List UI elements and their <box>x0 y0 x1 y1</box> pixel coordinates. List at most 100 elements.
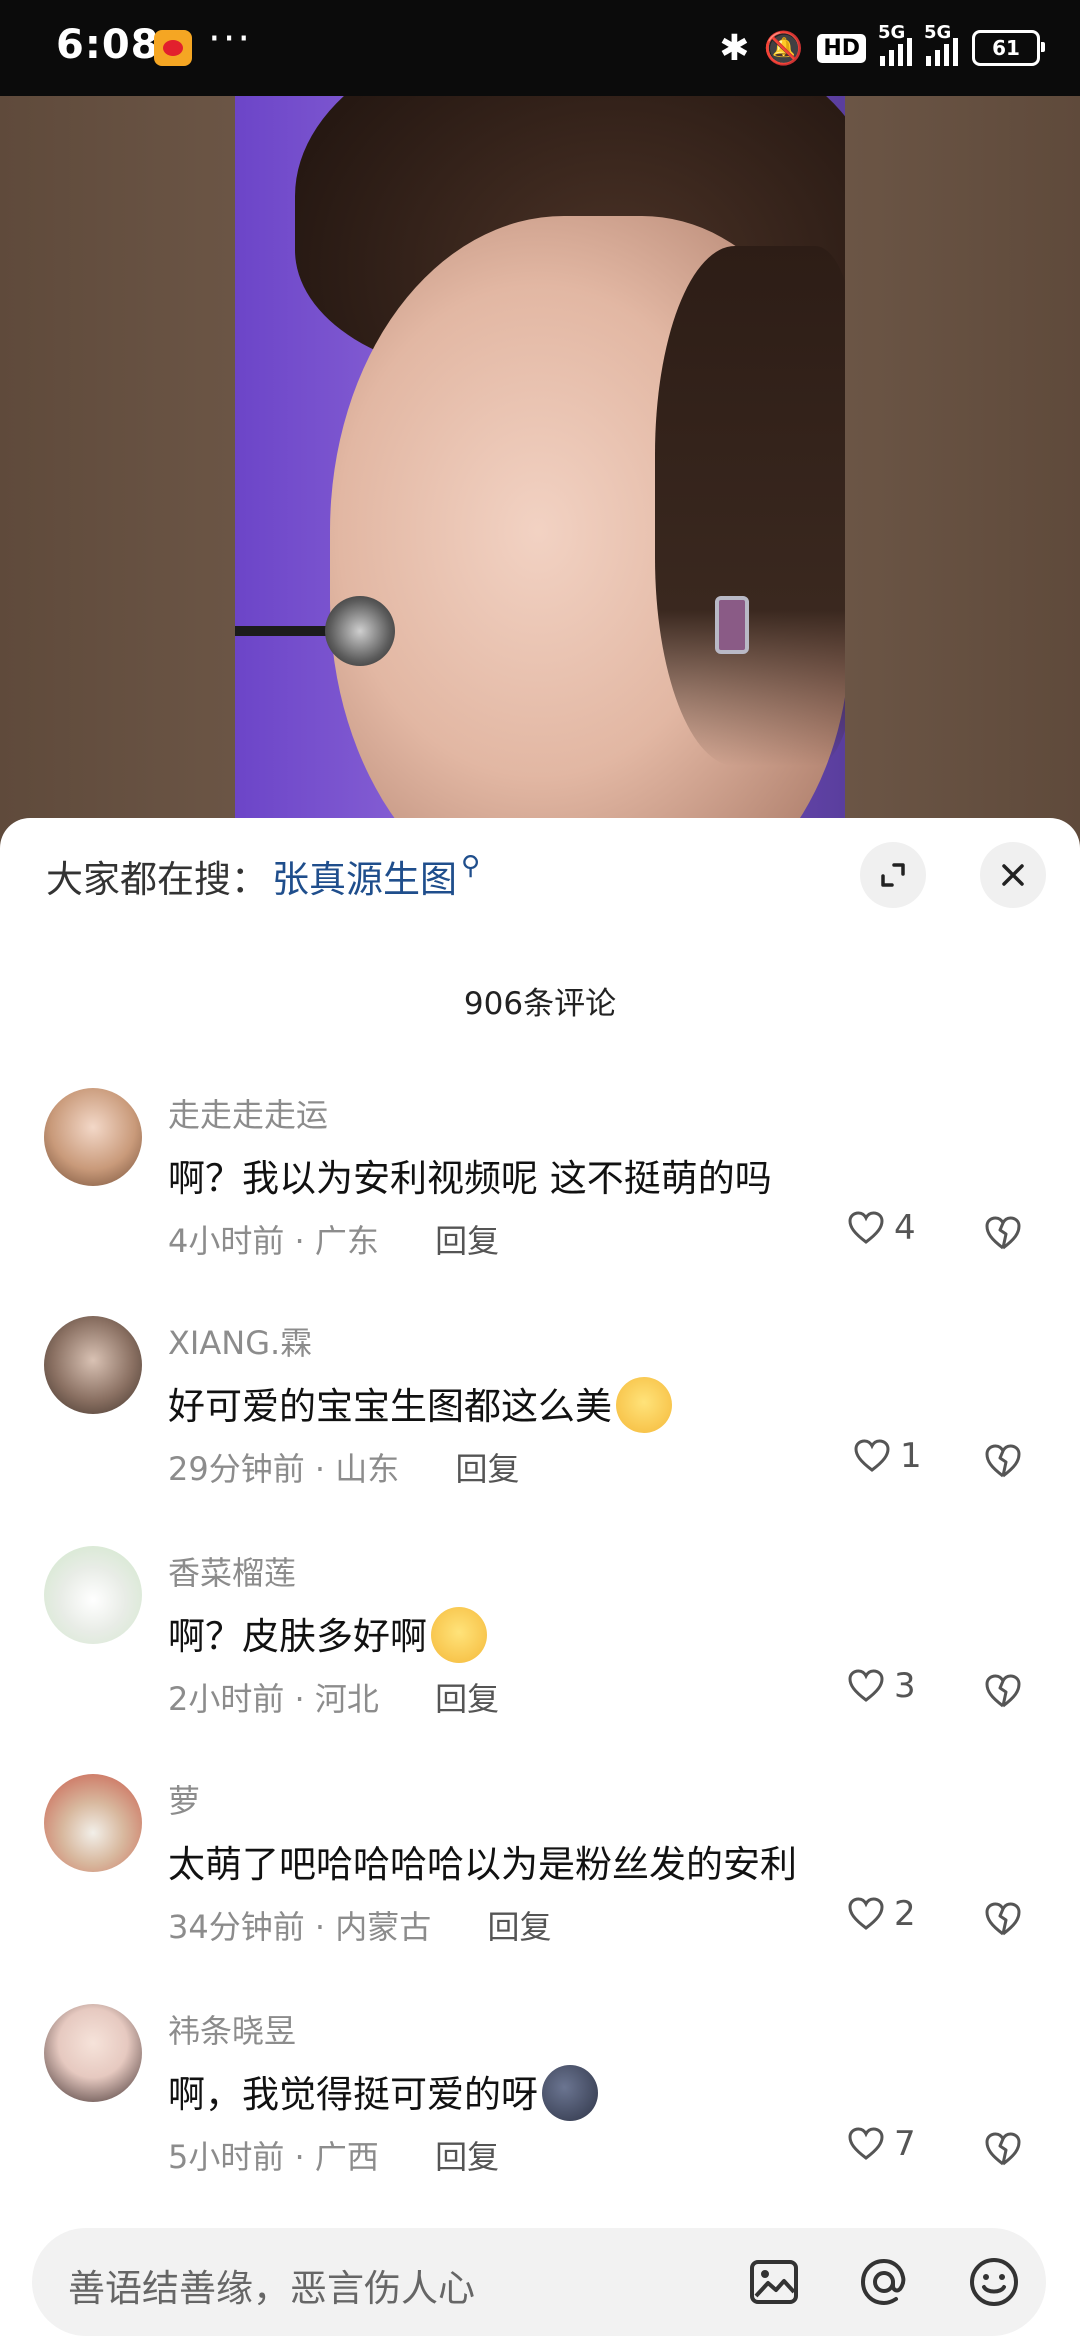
video-player[interactable] <box>0 96 1080 856</box>
comment-text: 啊？皮肤多好啊 <box>168 1606 487 1667</box>
reply-button[interactable]: 回复 <box>435 2138 499 2176</box>
comment-text: 啊，我觉得挺可爱的呀 <box>168 2064 598 2125</box>
comment-username[interactable]: 祎条晓昱 <box>168 2006 296 2052</box>
at-icon <box>860 2258 906 2306</box>
emoji-button[interactable] <box>964 2252 1024 2312</box>
hd-badge: HD <box>817 33 866 63</box>
reply-button[interactable]: 回复 <box>455 1450 519 1488</box>
meta-separator: · <box>314 1450 336 1488</box>
comment-username[interactable]: 香菜榴莲 <box>168 1548 296 1594</box>
comment-item[interactable]: 萝 太萌了吧哈哈哈哈以为是粉丝发的安利 34分钟前 · 内蒙古 回复 2 <box>0 1774 1080 1994</box>
like-button[interactable]: 3 <box>846 1666 916 1706</box>
trending-search-label: 大家都在搜： <box>46 858 268 901</box>
status-more-icon: ··· <box>208 16 253 62</box>
like-count: 1 <box>900 1436 922 1476</box>
comment-meta: 2小时前 · 河北 回复 <box>168 1674 499 1720</box>
comment-location: 山东 <box>335 1450 400 1488</box>
comment-text: 太萌了吧哈哈哈哈以为是粉丝发的安利 <box>168 1834 797 1888</box>
network-type-label: 5G <box>878 22 906 43</box>
trending-search-row[interactable]: 大家都在搜： 张真源生图 ⚲ <box>46 846 480 906</box>
comment-username[interactable]: 萝 <box>168 1776 200 1822</box>
comment-username[interactable]: XIANG.霖 <box>168 1318 312 1364</box>
broken-heart-icon[interactable] <box>982 1670 1024 1712</box>
like-count: 4 <box>894 1208 916 1248</box>
comment-meta: 4小时前 · 广东 回复 <box>168 1216 499 1262</box>
moon-emoji-icon <box>542 2064 598 2121</box>
expand-icon <box>881 863 905 887</box>
comment-time: 5小时前 <box>168 2138 285 2176</box>
video-content <box>655 246 845 766</box>
like-button[interactable]: 7 <box>846 2124 916 2164</box>
heart-icon <box>848 2127 884 2160</box>
comment-item[interactable]: 走走走走运 啊？我以为安利视频呢 这不挺萌的吗 4小时前 · 广东 回复 4 <box>0 1088 1080 1308</box>
broken-heart-icon[interactable] <box>982 1440 1024 1482</box>
dizzy-emoji-icon <box>431 1606 487 1663</box>
comment-count: 906条评论 <box>463 986 617 1022</box>
comment-input-bar[interactable]: 善语结善缘，恶言伤人心 <box>32 2228 1046 2336</box>
comment-text-content: 好可爱的宝宝生图都这么美 <box>168 1385 612 1428</box>
meta-separator: · <box>294 2138 315 2176</box>
comment-location: 内蒙古 <box>335 1908 432 1946</box>
search-icon: ⚲ <box>461 851 481 881</box>
mute-bell-icon: 🔕 <box>763 29 804 67</box>
comment-time: 2小时前 <box>168 1680 285 1718</box>
comment-item[interactable]: 祎条晓昱 啊，我觉得挺可爱的呀 5小时前 · 广西 回复 7 <box>0 2004 1080 2224</box>
comment-item[interactable]: XIANG.霖 好可爱的宝宝生图都这么美 29分钟前 · 山东 回复 1 <box>0 1316 1080 1536</box>
image-button[interactable] <box>744 2252 804 2312</box>
like-count: 3 <box>894 1666 916 1706</box>
video-frame[interactable] <box>235 96 845 856</box>
emoji-icon <box>970 2258 1018 2306</box>
image-icon <box>750 2260 798 2304</box>
battery-icon: 61 <box>972 30 1045 66</box>
network-type-label: 5G <box>924 22 952 43</box>
bluetooth-icon: ✱ <box>719 27 750 69</box>
status-indicators: ✱ 🔕 HD 5G 5G 61 <box>719 22 1045 70</box>
avatar[interactable] <box>44 2004 142 2102</box>
heart-icon <box>848 1897 884 1930</box>
weibo-notification-icon <box>154 30 192 66</box>
comment-time: 29分钟前 <box>168 1450 305 1488</box>
comment-username[interactable]: 走走走走运 <box>168 1090 328 1136</box>
broken-heart-icon[interactable] <box>982 1212 1024 1254</box>
reply-button[interactable]: 回复 <box>435 1222 499 1260</box>
comment-text-content: 啊？我以为安利视频呢 这不挺萌的吗 <box>168 1157 772 1200</box>
comment-item[interactable]: 香菜榴莲 啊？皮肤多好啊 2小时前 · 河北 回复 3 <box>0 1546 1080 1766</box>
comment-text-content: 啊，我觉得挺可爱的呀 <box>168 2073 538 2116</box>
broken-heart-icon[interactable] <box>982 1898 1024 1940</box>
heart-icon <box>854 1439 890 1472</box>
close-button[interactable] <box>980 842 1046 908</box>
comment-input-placeholder[interactable]: 善语结善缘，恶言伤人心 <box>68 2258 475 2312</box>
microphone-image <box>235 596 405 666</box>
status-bar: 6:08 ··· ✱ 🔕 HD 5G 5G 61 <box>0 0 1080 96</box>
like-button[interactable]: 2 <box>846 1894 916 1934</box>
comment-time: 4小时前 <box>168 1222 285 1260</box>
status-time: 6:08 <box>56 22 160 68</box>
meta-separator: · <box>314 1908 336 1946</box>
heart-icon <box>848 1211 884 1244</box>
heart-icon <box>848 1669 884 1702</box>
meta-separator: · <box>294 1222 315 1260</box>
reply-button[interactable]: 回复 <box>435 1680 499 1718</box>
like-button[interactable]: 4 <box>846 1208 916 1248</box>
earring-image <box>715 596 749 654</box>
avatar[interactable] <box>44 1546 142 1644</box>
close-icon <box>1002 864 1024 886</box>
comment-location: 广西 <box>314 2138 379 2176</box>
avatar[interactable] <box>44 1316 142 1414</box>
signal-icon: 5G <box>924 22 958 66</box>
signal-icon: 5G <box>878 22 912 66</box>
avatar[interactable] <box>44 1088 142 1186</box>
mention-button[interactable] <box>854 2252 914 2312</box>
comment-text-content: 啊？皮肤多好啊 <box>168 1615 427 1658</box>
meta-separator: · <box>294 1680 315 1718</box>
avatar[interactable] <box>44 1774 142 1872</box>
comment-text-content: 太萌了吧哈哈哈哈以为是粉丝发的安利 <box>168 1843 797 1886</box>
trending-search-link[interactable]: 张真源生图 <box>272 849 457 903</box>
expand-button[interactable] <box>860 842 926 908</box>
like-count: 2 <box>894 1894 916 1934</box>
reply-button[interactable]: 回复 <box>487 1908 551 1946</box>
broken-heart-icon[interactable] <box>982 2128 1024 2170</box>
like-button[interactable]: 1 <box>852 1436 922 1476</box>
comment-time: 34分钟前 <box>168 1908 305 1946</box>
comment-meta: 5小时前 · 广西 回复 <box>168 2132 499 2178</box>
